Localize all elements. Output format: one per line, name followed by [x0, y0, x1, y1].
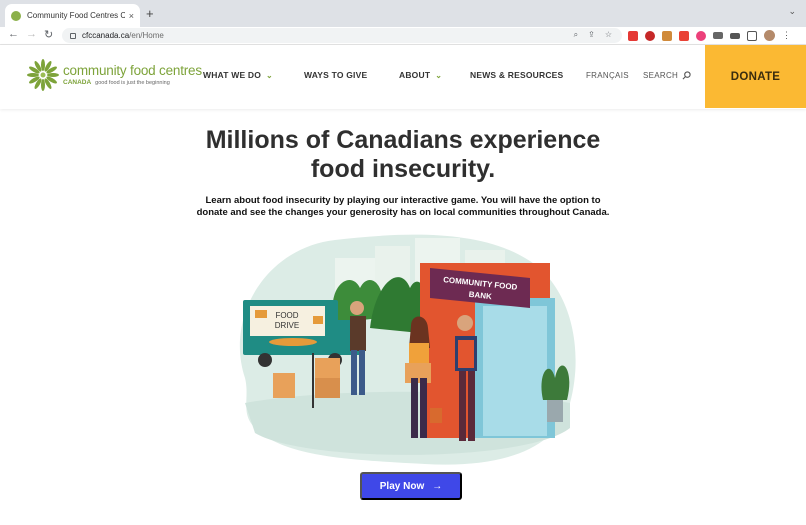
extension-icon[interactable]: [696, 30, 706, 41]
play-now-button[interactable]: Play Now →: [360, 472, 462, 500]
forward-icon[interactable]: →: [26, 28, 37, 40]
nav-label: WAYS TO GIVE: [304, 70, 368, 80]
new-tab-button[interactable]: +: [146, 6, 154, 21]
address-bar[interactable]: cfccanada.ca/en/Home ⌕ ⇪ ☆: [62, 28, 622, 43]
play-now-label: Play Now: [379, 480, 425, 492]
truck-sign-line-2: DRIVE: [275, 321, 299, 330]
site-logo[interactable]: community food centres CANADA good food i…: [25, 57, 202, 93]
language-toggle[interactable]: FRANÇAIS: [586, 71, 629, 80]
headline-line-2: food insecurity.: [310, 154, 496, 183]
nav-ways-to-give[interactable]: WAYS TO GIVE: [304, 70, 367, 80]
reading-list-icon[interactable]: [730, 32, 740, 39]
puzzle-icon[interactable]: [713, 32, 723, 39]
intro-line-1: Learn about food insecurity by playing o…: [205, 195, 601, 206]
favicon-icon: [11, 10, 21, 21]
profile-avatar[interactable]: [764, 30, 775, 41]
search-icon: [682, 71, 691, 80]
nav-about[interactable]: ABOUT ⌄: [399, 70, 442, 80]
extension-icon[interactable]: [645, 30, 655, 41]
food-bank-illustration: COMMUNITY FOOD BANK FOOD DRIVE: [239, 234, 576, 465]
side-panel-icon[interactable]: [747, 30, 757, 41]
browser-tab[interactable]: Community Food Centres Cana ×: [5, 4, 140, 27]
logo-flower-icon: [27, 59, 59, 91]
tab-search-icon[interactable]: ⌄: [788, 6, 796, 17]
menu-kebab-icon[interactable]: ⋮: [782, 30, 791, 41]
search-button[interactable]: SEARCH: [643, 71, 691, 80]
back-icon[interactable]: ←: [8, 28, 19, 40]
url-domain: cfccanada.ca: [82, 31, 130, 40]
hero-intro: Learn about food insecurity by playing o…: [170, 195, 636, 219]
browser-tab-bar: Community Food Centres Cana × + ⌄: [0, 0, 806, 27]
headline-line-1: Millions of Canadians experience: [205, 126, 601, 154]
url-path: /en/Home: [129, 31, 164, 40]
truck-sign-line-1: FOOD: [275, 311, 298, 320]
site-header: community food centres CANADA good food i…: [0, 45, 806, 109]
nav-what-we-do[interactable]: WHAT WE DO ⌄: [203, 70, 273, 80]
zoom-icon[interactable]: ⌕: [574, 30, 578, 40]
logo-country: CANADA: [63, 78, 92, 86]
share-icon[interactable]: ⇪: [588, 30, 595, 40]
logo-tagline: good food is just the beginning: [95, 79, 170, 86]
language-label: FRANÇAIS: [586, 71, 629, 80]
extension-icon[interactable]: [679, 30, 689, 41]
tab-title: Community Food Centres Cana: [27, 11, 125, 20]
intro-line-2: donate and see the changes your generosi…: [196, 206, 610, 218]
url-text: cfccanada.ca/en/Home: [82, 31, 164, 40]
extension-icon[interactable]: [628, 30, 638, 41]
nav-news-resources[interactable]: NEWS & RESOURCES: [470, 70, 563, 80]
logo-name: community food centres: [63, 63, 202, 78]
nav-label: ABOUT: [399, 70, 431, 80]
chevron-down-icon: ⌄: [435, 70, 443, 80]
extension-icon[interactable]: [662, 30, 672, 41]
close-tab-icon[interactable]: ×: [129, 11, 134, 21]
reload-icon[interactable]: ↻: [44, 28, 53, 41]
chevron-down-icon: ⌄: [266, 70, 273, 80]
browser-toolbar: ← → ↻ cfccanada.ca/en/Home ⌕ ⇪ ☆ ⋮: [0, 27, 806, 45]
bookmark-star-icon[interactable]: ☆: [605, 30, 612, 40]
nav-label: NEWS & RESOURCES: [470, 70, 564, 80]
donate-button[interactable]: DONATE: [705, 45, 806, 108]
search-label: SEARCH: [643, 71, 679, 80]
lock-icon: [70, 32, 76, 39]
hero-headline: Millions of Canadians experience food in…: [0, 126, 806, 184]
nav-label: WHAT WE DO: [203, 70, 262, 80]
arrow-right-icon: →: [432, 480, 443, 492]
